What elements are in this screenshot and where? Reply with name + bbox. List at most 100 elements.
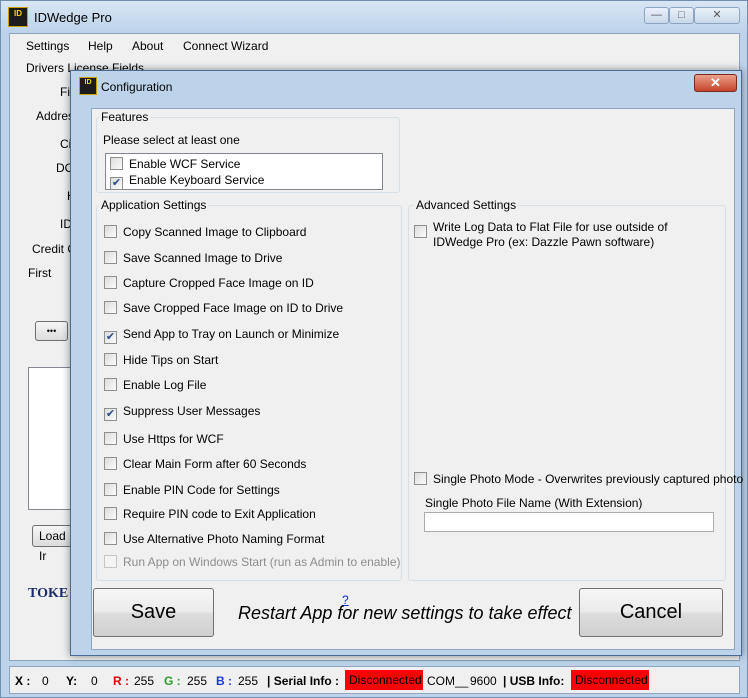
app-setting-checkbox[interactable]: ✔ Suppress User Messages xyxy=(104,404,260,421)
app-setting-checkbox[interactable]: Enable Log File xyxy=(104,378,206,392)
dialog-close-button[interactable]: ✕ xyxy=(694,74,737,92)
checkbox-label: Capture Cropped Face Image on ID xyxy=(123,276,314,290)
checkbox-box[interactable] xyxy=(110,157,123,170)
write-log-line-1: Write Log Data to Flat File for use outs… xyxy=(433,220,668,234)
app-setting-checkbox[interactable]: Use Https for WCF xyxy=(104,432,224,446)
baud-rate-value: 9600 xyxy=(470,674,497,688)
main-titlebar[interactable]: ID IDWedge Pro — □ ✕ xyxy=(1,1,747,33)
single-photo-mode-checkbox[interactable]: Single Photo Mode - Overwrites previousl… xyxy=(414,472,743,486)
checkbox-label: Send App to Tray on Launch or Minimize xyxy=(123,327,340,341)
checkbox-box[interactable]: ✔ xyxy=(104,408,117,421)
enable-keyboard-service-checkbox[interactable]: ✔ Enable Keyboard Service xyxy=(110,173,264,190)
checkbox-label: Save Cropped Face Image on ID to Drive xyxy=(123,301,344,315)
application-settings-legend: Application Settings xyxy=(99,198,209,212)
checkbox-label: Enable Keyboard Service xyxy=(129,173,265,187)
com-port-value: COM__ xyxy=(427,674,469,688)
menu-about[interactable]: About xyxy=(132,39,163,53)
checkbox-label: Require PIN code to Exit Application xyxy=(123,507,316,521)
app-setting-checkbox[interactable]: Enable PIN Code for Settings xyxy=(104,483,280,497)
app-setting-checkbox[interactable]: Use Alternative Photo Naming Format xyxy=(104,532,324,546)
save-button[interactable]: Save xyxy=(93,588,214,637)
cancel-button[interactable]: Cancel xyxy=(579,588,723,637)
checkbox-box[interactable] xyxy=(104,353,117,366)
photo-file-name-label: Single Photo File Name (With Extension) xyxy=(425,496,643,510)
g-label: G : xyxy=(164,674,181,688)
x-value: 0 xyxy=(42,674,49,688)
checkbox-box[interactable]: ✔ xyxy=(104,331,117,344)
serial-status-badge: Disconnected xyxy=(345,670,423,690)
checkbox-label: Enable Log File xyxy=(123,378,207,392)
dialog-title: Configuration xyxy=(101,80,173,94)
menu-connect-wizard[interactable]: Connect Wizard xyxy=(183,39,268,53)
checkbox-label: Save Scanned Image to Drive xyxy=(123,251,283,265)
checkbox-box[interactable] xyxy=(104,507,117,520)
first-label: First xyxy=(28,266,52,280)
checkbox-label: Clear Main Form after 60 Seconds xyxy=(123,457,307,471)
enable-wcf-service-checkbox[interactable]: Enable WCF Service xyxy=(110,157,240,171)
checkbox-box[interactable] xyxy=(104,432,117,445)
checkbox-label: Suppress User Messages xyxy=(123,404,261,418)
menu-bar: Settings Help About Connect Wizard xyxy=(10,34,739,58)
menu-settings[interactable]: Settings xyxy=(26,39,69,53)
checkbox-box[interactable] xyxy=(104,378,117,391)
checkbox-label: Use Alternative Photo Naming Format xyxy=(123,532,325,546)
checkbox-box[interactable] xyxy=(104,225,117,238)
close-button[interactable]: ✕ xyxy=(694,7,740,24)
restart-message: Restart App for new settings to take eff… xyxy=(238,603,572,623)
minimize-button[interactable]: — xyxy=(644,7,669,24)
dialog-logo-icon: ID xyxy=(79,77,97,95)
checkbox-label: Hide Tips on Start xyxy=(123,353,219,367)
checkbox-box[interactable] xyxy=(414,225,427,238)
checkbox-box[interactable] xyxy=(104,457,117,470)
app-setting-checkbox[interactable]: ✔ Send App to Tray on Launch or Minimize xyxy=(104,327,339,344)
app-setting-checkbox[interactable]: Clear Main Form after 60 Seconds xyxy=(104,457,306,471)
b-value: 255 xyxy=(238,674,259,688)
features-group: Features Please select at least one Enab… xyxy=(96,110,400,193)
browse-button[interactable]: ••• xyxy=(35,321,68,341)
app-setting-checkbox[interactable]: Copy Scanned Image to Clipboard xyxy=(104,225,306,239)
checkbox-box[interactable]: ✔ xyxy=(110,177,123,190)
r-label: R : xyxy=(113,674,129,688)
serial-info-label: | Serial Info : xyxy=(267,674,340,688)
app-setting-checkbox[interactable]: Require PIN code to Exit Application xyxy=(104,507,316,521)
y-label: Y: xyxy=(66,674,78,688)
menu-help[interactable]: Help xyxy=(88,39,113,53)
checkbox-box[interactable] xyxy=(104,251,117,264)
b-label: B : xyxy=(216,674,232,688)
checkbox-label: Enable WCF Service xyxy=(129,157,241,171)
write-log-flat-file-label: Write Log Data to Flat File for use outs… xyxy=(433,220,668,250)
app-setting-checkbox[interactable]: Save Cropped Face Image on ID to Drive xyxy=(104,301,343,315)
app-setting-checkbox[interactable]: Save Scanned Image to Drive xyxy=(104,251,282,265)
window-title: IDWedge Pro xyxy=(34,10,112,25)
checkbox-label: Copy Scanned Image to Clipboard xyxy=(123,225,307,239)
usb-status-badge: Disconnected xyxy=(571,670,649,690)
photo-file-name-input[interactable] xyxy=(424,512,714,532)
features-hint: Please select at least one xyxy=(103,133,240,147)
features-list: Enable WCF Service ✔ Enable Keyboard Serv… xyxy=(105,153,383,190)
y-value: 0 xyxy=(91,674,98,688)
configuration-dialog: ID Configuration ✕ Features Please selec… xyxy=(70,70,743,656)
app-setting-checkbox[interactable]: Capture Cropped Face Image on ID xyxy=(104,276,314,290)
checkbox-label: Run App on Windows Start (run as Admin t… xyxy=(123,555,401,569)
checkbox-box[interactable] xyxy=(104,483,117,496)
status-bar: X : 0 Y: 0 R : 255 G : 255 B : 255 | Ser… xyxy=(9,666,740,694)
r-value: 255 xyxy=(134,674,155,688)
dialog-titlebar[interactable]: ID Configuration ✕ xyxy=(71,71,741,101)
app-setting-checkbox: Run App on Windows Start (run as Admin t… xyxy=(104,555,400,569)
checkbox-box[interactable] xyxy=(104,301,117,314)
g-value: 255 xyxy=(187,674,208,688)
checkbox-box[interactable] xyxy=(414,472,427,485)
maximize-button[interactable]: □ xyxy=(669,7,694,24)
checkbox-box[interactable] xyxy=(104,532,117,545)
app-setting-checkbox[interactable]: Hide Tips on Start xyxy=(104,353,218,367)
image-preview-box xyxy=(28,367,73,510)
checkbox-box[interactable] xyxy=(104,276,117,289)
checkbox-label: Single Photo Mode - Overwrites previousl… xyxy=(433,472,744,486)
checkbox-label: Enable PIN Code for Settings xyxy=(123,483,280,497)
checkbox-box xyxy=(104,555,117,568)
dialog-client-area: Features Please select at least one Enab… xyxy=(91,108,743,650)
write-log-flat-file-checkbox[interactable] xyxy=(414,225,433,239)
features-legend: Features xyxy=(99,110,151,124)
app-logo-icon: ID xyxy=(8,7,28,27)
write-log-line-2: IDWedge Pro (ex: Dazzle Pawn software) xyxy=(433,235,655,249)
